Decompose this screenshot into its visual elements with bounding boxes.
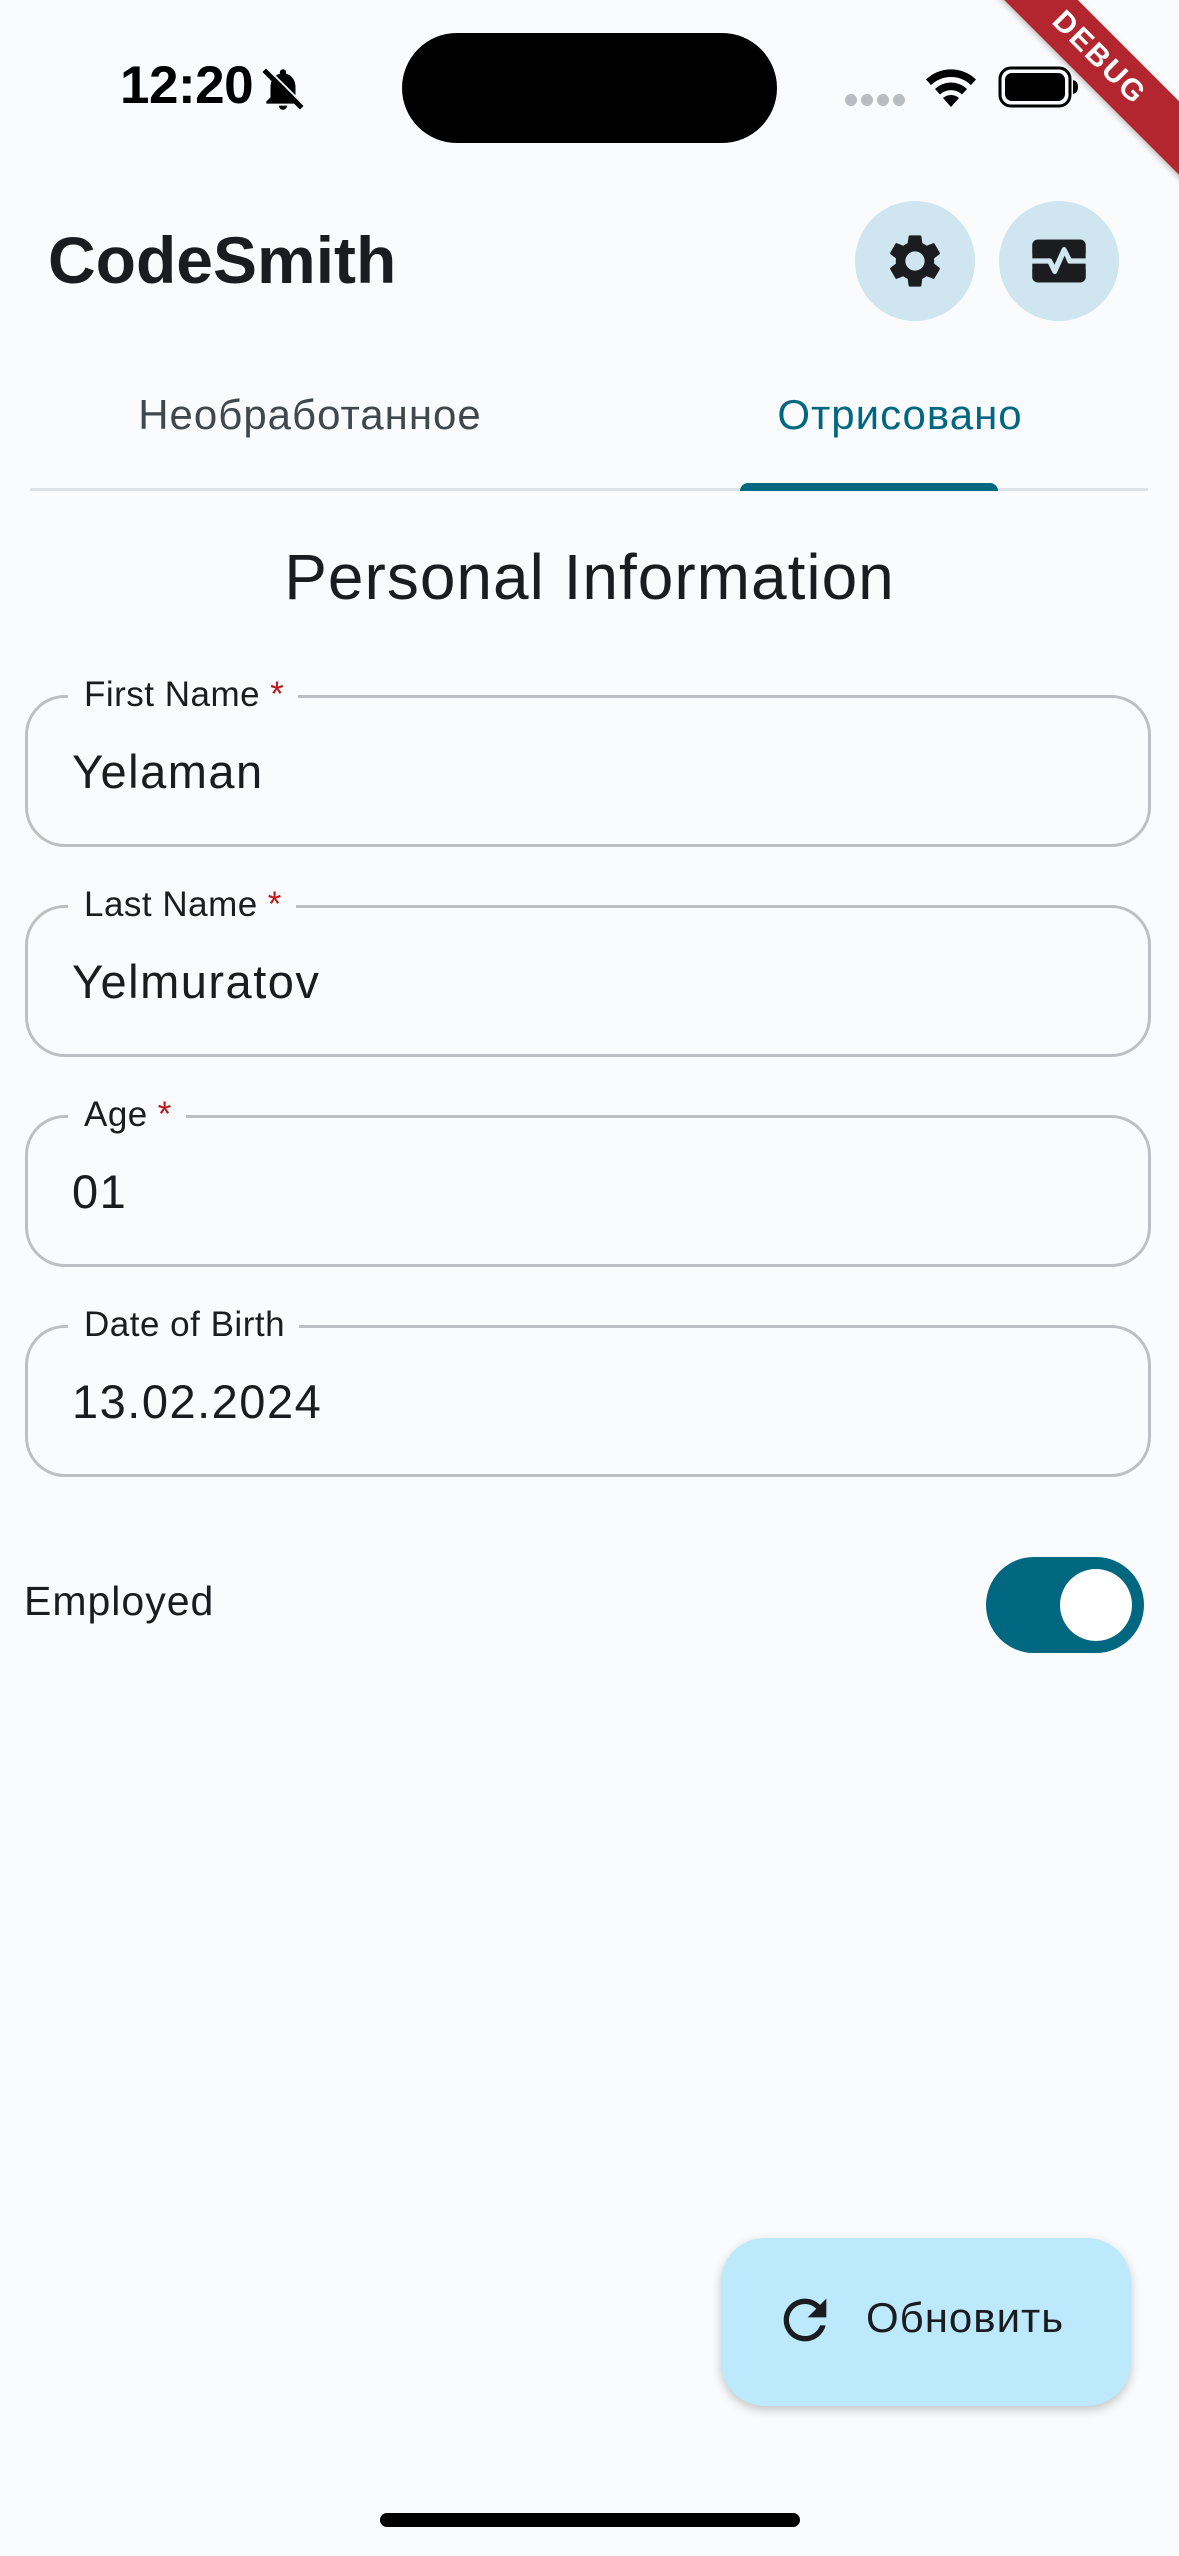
tab-bar: Необработанное Отрисовано — [30, 360, 1148, 491]
form-title: Personal Information — [284, 541, 895, 613]
bell-off-icon — [262, 67, 305, 110]
settings-button[interactable] — [855, 201, 975, 321]
last-name-field[interactable]: Last Name * Yelmuratov — [25, 880, 1151, 1057]
date-of-birth-value[interactable]: 13.02.2024 — [72, 1374, 322, 1429]
age-value[interactable]: 01 — [72, 1164, 127, 1219]
required-mark: * — [267, 885, 282, 924]
first-name-value[interactable]: Yelaman — [72, 744, 264, 799]
age-label: Age * — [68, 1090, 186, 1140]
refresh-icon — [783, 2298, 827, 2342]
monitor-button[interactable] — [999, 201, 1119, 321]
required-mark: * — [157, 1095, 172, 1134]
employed-switch[interactable] — [986, 1557, 1144, 1653]
battery-icon — [998, 66, 1078, 108]
tab-rendered[interactable]: Отрисовано — [710, 360, 1090, 488]
last-name-value[interactable]: Yelmuratov — [72, 954, 320, 1009]
screen: 12:20 DEBUG CodeSmith Необработанное Отр… — [0, 0, 1179, 2556]
first-name-field[interactable]: First Name * Yelaman — [25, 670, 1151, 847]
refresh-button[interactable]: Обновить — [721, 2238, 1131, 2406]
status-time: 12:20 — [120, 56, 254, 115]
age-field[interactable]: Age * 01 — [25, 1090, 1151, 1267]
tab-indicator — [740, 483, 998, 491]
tab-raw[interactable]: Необработанное — [30, 360, 590, 488]
last-name-label: Last Name * — [68, 880, 296, 930]
date-of-birth-label: Date of Birth — [68, 1300, 300, 1350]
first-name-label: First Name * — [68, 670, 299, 720]
cellular-signal-icon — [845, 94, 905, 106]
employed-label: Employed — [24, 1578, 215, 1624]
home-indicator[interactable] — [380, 2513, 800, 2527]
app-title: CodeSmith — [48, 223, 397, 297]
date-of-birth-field[interactable]: Date of Birth 13.02.2024 — [25, 1300, 1151, 1477]
refresh-label: Обновить — [866, 2294, 1065, 2341]
switch-thumb — [1060, 1569, 1132, 1641]
dynamic-island — [402, 33, 777, 143]
monitor-heart-icon — [1032, 239, 1086, 283]
wifi-icon — [926, 69, 976, 107]
required-mark: * — [270, 675, 285, 714]
gear-icon — [890, 235, 940, 287]
